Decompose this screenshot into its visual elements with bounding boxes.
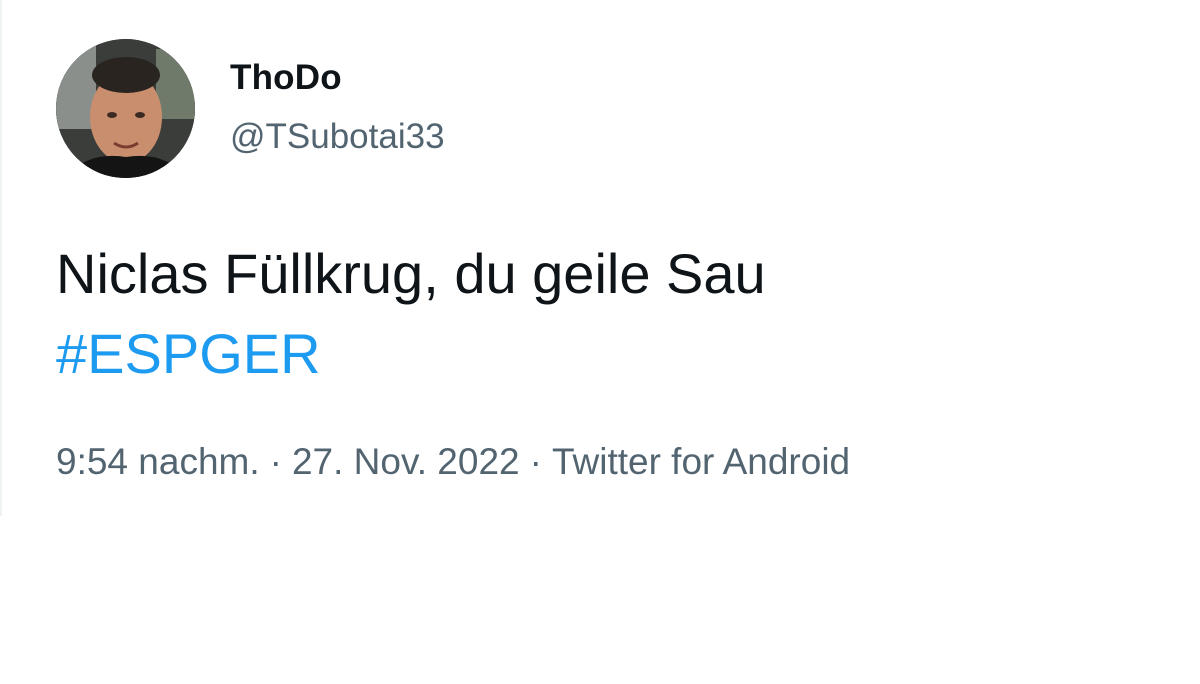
avatar-image — [56, 39, 195, 178]
meta-separator: · — [269, 441, 282, 482]
tweet-text: Niclas Füllkrug, du geile Sau #ESPGER — [56, 234, 1156, 394]
tweet-date[interactable]: 27. Nov. 2022 — [292, 441, 520, 482]
display-name[interactable]: ThoDo — [230, 58, 342, 98]
tweet-meta: 9:54 nachm. · 27. Nov. 2022 · Twitter for An… — [56, 441, 850, 483]
tweet-source[interactable]: Twitter for Android — [552, 441, 850, 482]
tweet-body: Niclas Füllkrug, du geile Sau — [56, 242, 766, 305]
hashtag-link[interactable]: #ESPGER — [56, 322, 321, 385]
user-handle[interactable]: @TSubotai33 — [230, 117, 445, 157]
tweet-time[interactable]: 9:54 nachm. — [56, 441, 260, 482]
tweet-card: ThoDo @TSubotai33 Niclas Füllkrug, du ge… — [0, 0, 1200, 516]
avatar[interactable] — [56, 39, 195, 178]
meta-separator: · — [529, 441, 542, 482]
